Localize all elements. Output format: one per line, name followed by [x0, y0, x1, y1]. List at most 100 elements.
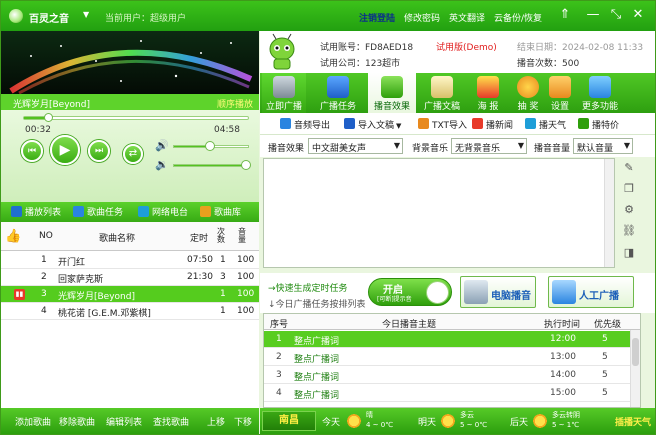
current-user-label: 当前用户：超级用户: [105, 14, 187, 24]
eraser-icon[interactable]: ◨: [622, 246, 636, 260]
account-label: 试用账号：FD8AED18: [320, 43, 414, 53]
add-song-button[interactable]: 添加歌曲: [15, 415, 51, 428]
bgm-value: 无背景音乐: [455, 144, 501, 154]
broadcast-task-button[interactable]: 广播任务: [316, 73, 360, 113]
copy-icon[interactable]: ❐: [622, 182, 636, 196]
progress-bar[interactable]: [23, 113, 249, 122]
import-chevron-icon[interactable]: ▼: [396, 122, 401, 130]
task-row[interactable]: 3 整点广播词 14:00 5: [264, 367, 630, 384]
volume-slider[interactable]: [173, 141, 249, 151]
volume-handle-2[interactable]: [241, 160, 252, 170]
voice-effect-select[interactable]: 中文甜美女声 ▼: [308, 138, 403, 154]
task-row[interactable]: 4 整点广播词 15:00 5: [264, 385, 630, 402]
remove-song-button[interactable]: 移除歌曲: [59, 415, 95, 428]
volume-icon-2[interactable]: 🔉: [155, 159, 169, 171]
insert-weather-button[interactable]: 插播天气: [615, 415, 651, 428]
tab-song-library[interactable]: 歌曲库: [200, 205, 241, 219]
shuffle-button[interactable]: ⇄: [123, 144, 143, 164]
app-menu-chevron-icon[interactable]: ▼: [83, 10, 89, 19]
volume-icon[interactable]: 🔊: [155, 140, 169, 152]
txt-icon: [418, 118, 429, 129]
toggle-sub-label: [可断]提示音: [377, 296, 412, 303]
quick-generate-task-link[interactable]: →快速生成定时任务: [268, 281, 348, 294]
link-icon[interactable]: ⛓: [622, 224, 636, 238]
col-task-no: 序号: [270, 320, 289, 330]
song-row-active[interactable]: ▮▮ 3 光辉岁月[Beyond] 1 100: [1, 286, 259, 303]
play-button[interactable]: ▶: [50, 135, 80, 165]
chime-toggle[interactable]: 开启 [可断]提示音: [368, 278, 452, 306]
weather-after-temp: 5 ~ 1℃: [552, 421, 580, 429]
settings-label: 设置: [550, 102, 569, 112]
progress-handle[interactable]: [44, 113, 54, 122]
task-table-scrollbar[interactable]: [630, 330, 640, 407]
broadcast-panel: 试用账号：FD8AED18 试用版(Demo) 结束日期：2024-02-08 …: [260, 31, 655, 434]
play-news-button[interactable]: 播新闻: [472, 118, 513, 131]
close-icon[interactable]: ✕: [630, 7, 646, 23]
pc-broadcast-button[interactable]: 电脑播音: [460, 276, 536, 308]
find-song-button[interactable]: 查找歌曲: [153, 415, 189, 428]
rss-icon: [472, 118, 483, 129]
poster-button[interactable]: 海 报: [468, 73, 508, 113]
tab-song-task[interactable]: 歌曲任务: [73, 205, 123, 219]
song-row[interactable]: 2 回家萨克斯 21:30 3 100: [1, 269, 259, 286]
volume-slider-2[interactable]: [173, 160, 252, 170]
script-textarea[interactable]: [263, 158, 615, 268]
library-icon: [200, 206, 211, 217]
next-button[interactable]: ⏭: [88, 140, 110, 162]
broadcast-count-label: 播音次数：500: [517, 59, 580, 69]
settings-button[interactable]: 设置: [542, 73, 578, 113]
audio-export-button[interactable]: 音频导出: [280, 118, 330, 131]
more-functions-button[interactable]: 更多功能: [576, 73, 624, 113]
task-row-active[interactable]: 1 整点广播词 12:00 5: [264, 331, 630, 348]
tab-playlist[interactable]: 播放列表: [11, 205, 61, 219]
previous-button[interactable]: ⏮: [21, 140, 43, 162]
song-row[interactable]: 1 开门红 07:50 1 100: [1, 252, 259, 269]
playback-controls: 00:32 04:58 ⏮ ▶ ⏭ ⇄ 🔊 🔉: [1, 110, 259, 202]
col-volume: 音量: [238, 227, 246, 244]
logout-link[interactable]: 注销登陆: [359, 11, 395, 24]
city-button[interactable]: 南昌: [262, 411, 316, 431]
txt-import-button[interactable]: TXT导入: [418, 118, 467, 131]
col-time: 定时: [190, 234, 209, 244]
weather-after-desc: 多云转阴: [552, 411, 580, 419]
volume-handle[interactable]: [205, 141, 216, 151]
cloud-backup-link[interactable]: 云备份/恢复: [494, 11, 542, 24]
edit-list-button[interactable]: 编辑列表: [106, 415, 142, 428]
radio-icon: [138, 206, 149, 217]
move-down-button[interactable]: 下移: [234, 415, 252, 428]
gear-icon: [549, 76, 571, 98]
rocket-icon[interactable]: ⇑: [557, 7, 573, 23]
sound-effect-button[interactable]: 播音效果: [368, 73, 416, 113]
english-translate-link[interactable]: 英文翻译: [449, 11, 485, 24]
song-volume: 100: [237, 289, 255, 299]
song-name: 回家萨克斯: [58, 275, 104, 285]
playlist-icon: [11, 206, 22, 217]
broadcast-volume-select[interactable]: 默认音量 ▼: [573, 138, 633, 154]
tab-net-radio[interactable]: 网络电台: [138, 205, 188, 219]
task-row[interactable]: 2 整点广播词 13:00 5: [264, 349, 630, 366]
song-no: 3: [41, 289, 47, 299]
play-weather-button[interactable]: 播天气: [525, 118, 566, 131]
instant-broadcast-button[interactable]: 立即广播: [262, 73, 306, 113]
song-volume: 100: [237, 272, 255, 282]
textarea-scrollbar[interactable]: [604, 159, 614, 267]
app-name[interactable]: 百灵之音: [29, 10, 69, 25]
brush-icon[interactable]: ✎: [622, 161, 636, 175]
restore-icon[interactable]: ⤡: [608, 7, 624, 23]
play-mode-button[interactable]: 顺序播放: [217, 97, 253, 110]
scrollbar-thumb[interactable]: [632, 338, 639, 366]
play-price-button[interactable]: 播特价: [578, 118, 619, 131]
play-weather-label: 播天气: [539, 121, 567, 131]
import-script-button[interactable]: 导入文稿 ▼: [344, 118, 401, 131]
manual-broadcast-button[interactable]: 人工广播: [548, 276, 634, 308]
change-password-link[interactable]: 修改密码: [404, 11, 440, 24]
tools-icon[interactable]: ⚙: [622, 203, 636, 217]
move-up-button[interactable]: 上移: [207, 415, 225, 428]
bgm-select[interactable]: 无背景音乐 ▼: [451, 138, 527, 154]
song-row[interactable]: 4 桃花诺 [G.E.M.邓紫棋] 1 100: [1, 303, 259, 320]
col-count: 次数: [217, 227, 225, 244]
minimize-icon[interactable]: —: [585, 7, 601, 23]
toggle-knob: [426, 281, 449, 304]
broadcast-script-button[interactable]: 广播文稿: [420, 73, 464, 113]
task-time: 12:00: [550, 334, 576, 344]
